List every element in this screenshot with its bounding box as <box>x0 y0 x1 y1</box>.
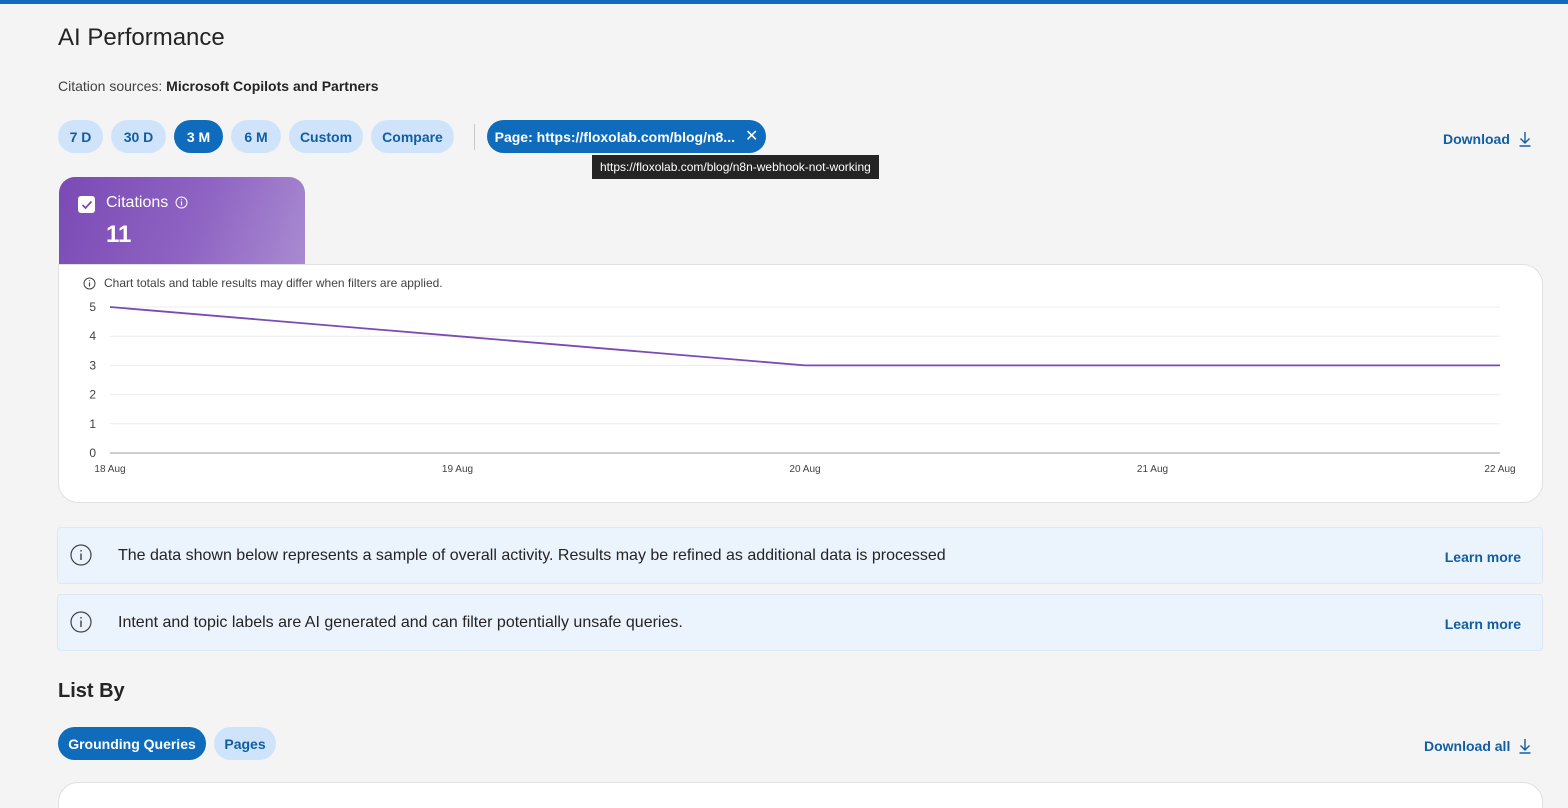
filter-divider <box>474 124 475 150</box>
learn-more-link[interactable]: Learn more <box>1445 616 1521 632</box>
y-tick-label: 3 <box>89 358 96 372</box>
ai-labels-banner: Intent and topic labels are AI generated… <box>57 594 1543 651</box>
y-tick-label: 2 <box>89 388 96 402</box>
tab-pages[interactable]: Pages <box>214 727 276 760</box>
metric-label: Citations <box>106 194 169 211</box>
range-pill-6m[interactable]: 6 M <box>231 120 281 153</box>
citation-sources-label: Citation sources: <box>58 78 167 94</box>
banner-text: The data shown below represents a sample… <box>118 547 946 564</box>
metric-value: 11 <box>106 221 132 248</box>
y-tick-label: 0 <box>89 446 96 460</box>
top-accent-bar <box>0 0 1568 4</box>
info-icon <box>70 544 92 566</box>
y-tick-label: 4 <box>89 329 96 343</box>
citation-sources-value: Microsoft Copilots and Partners <box>166 78 379 94</box>
range-pill-custom[interactable]: Custom <box>289 120 363 153</box>
range-pill-30d[interactable]: 30 D <box>111 120 166 153</box>
tab-grounding-queries[interactable]: Grounding Queries <box>58 727 206 760</box>
sample-data-banner: The data shown below represents a sample… <box>57 527 1543 584</box>
page-filter-tooltip: https://floxolab.com/blog/n8n-webhook-no… <box>592 155 879 179</box>
banner-text: Intent and topic labels are AI generated… <box>118 614 683 631</box>
learn-more-link[interactable]: Learn more <box>1445 549 1521 565</box>
download-label: Download <box>1443 131 1510 147</box>
download-all-label: Download all <box>1424 738 1511 754</box>
page-filter-label: Page: https://floxolab.com/blog/n8... <box>494 128 735 145</box>
download-icon <box>1519 739 1531 754</box>
page-title: AI Performance <box>58 24 225 51</box>
close-icon[interactable]: ✕ <box>745 128 758 145</box>
list-by-title: List By <box>58 680 125 702</box>
info-icon[interactable] <box>175 196 188 209</box>
x-tick-label: 22 Aug <box>1484 464 1515 475</box>
download-all-button[interactable]: Download all <box>1424 738 1532 754</box>
x-tick-label: 18 Aug <box>94 464 125 475</box>
download-icon <box>1519 132 1531 147</box>
x-tick-label: 21 Aug <box>1137 464 1168 475</box>
citations-checkbox[interactable] <box>78 196 95 213</box>
info-icon <box>70 611 92 633</box>
y-tick-label: 5 <box>89 300 96 314</box>
page-filter-chip[interactable]: Page: https://floxolab.com/blog/n8... ✕ <box>487 120 766 153</box>
chart-card: Chart totals and table results may diffe… <box>58 264 1543 503</box>
download-button[interactable]: Download <box>1443 131 1532 147</box>
checkmark-icon <box>81 200 92 209</box>
range-pill-3m[interactable]: 3 M <box>174 120 223 153</box>
results-table-card <box>58 782 1543 808</box>
x-tick-label: 20 Aug <box>789 464 820 475</box>
range-pill-7d[interactable]: 7 D <box>58 120 103 153</box>
citations-metric-card[interactable]: Citations 11 <box>59 177 305 267</box>
y-tick-label: 1 <box>89 417 96 431</box>
citation-sources: Citation sources: Microsoft Copilots and… <box>58 78 379 94</box>
compare-button[interactable]: Compare <box>371 120 454 153</box>
line-chart: 0 1 2 3 4 5 18 Aug 19 Aug 20 Aug 21 Aug 22 Aug <box>89 300 1515 475</box>
x-tick-label: 19 Aug <box>442 464 473 475</box>
